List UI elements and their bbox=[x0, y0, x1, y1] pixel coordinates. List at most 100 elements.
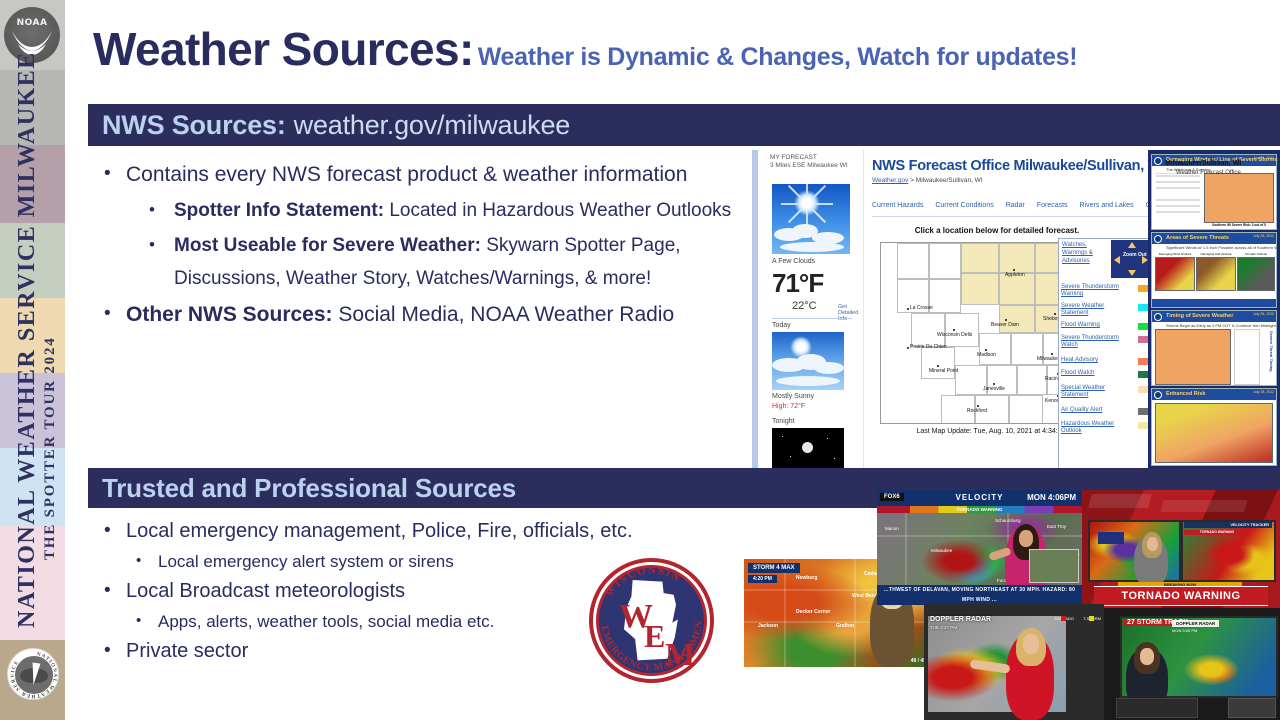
list-item-lead: Other NWS Sources: bbox=[126, 303, 333, 326]
clip-time: TUE 2:27 PM bbox=[930, 625, 958, 630]
map-instruction: Click a location below for detailed fore… bbox=[914, 226, 1080, 235]
map-city-label: Grafton bbox=[836, 623, 855, 629]
legend-label[interactable]: Heat Advisory bbox=[1061, 357, 1123, 364]
list-item: Spotter Info Statement: Located in Hazar… bbox=[96, 193, 746, 227]
page-title: Weather Sources: Weather is Dynamic & Cha… bbox=[93, 22, 1273, 82]
my-forecast-label: MY FORECAST bbox=[770, 154, 817, 161]
graphic-panel-label: Damaging Wind Outlook bbox=[1158, 252, 1192, 256]
website-nav[interactable]: Current Hazards Current Conditions Radar Fo… bbox=[872, 202, 1152, 209]
sidebar-vertical-text: NATIONAL WEATHER SERVICE MILWAUKEE THE S… bbox=[0, 0, 65, 720]
sub-alert-label: TORNADO WARNING bbox=[1184, 530, 1250, 535]
list-item: Local emergency management, Police, Fire… bbox=[96, 515, 656, 547]
graphic-card-title: Timing of Severe Weather bbox=[1166, 312, 1234, 319]
graphic-panel-label: Damaging Hail Outlook bbox=[1200, 252, 1232, 256]
watches-warnings-legend: Zoom Out Watches, Warnings & Advisories … bbox=[1058, 238, 1150, 470]
nav-item-current-conditions[interactable]: Current Conditions bbox=[935, 202, 993, 209]
divider bbox=[872, 216, 1152, 217]
desk-equipment bbox=[1228, 698, 1276, 718]
legend-label[interactable]: Air Quality Alert bbox=[1061, 407, 1123, 414]
graphic-panel-label: Tornado Outlook bbox=[1244, 252, 1267, 256]
legend-label[interactable]: Flood Warning bbox=[1061, 322, 1123, 329]
graphic-card-footer: Southern WI Severe Risk: 3 out of 5 bbox=[1212, 223, 1266, 227]
broadcast-clip-tornado-warning: VELOCITY TRACKER TORNADO WARNING BREAKIN… bbox=[1082, 490, 1280, 618]
arrow-down-icon[interactable] bbox=[1128, 270, 1136, 276]
wem-letter-m: M bbox=[665, 636, 696, 672]
page-title-main: Weather Sources: bbox=[93, 23, 474, 75]
nav-item-forecasts[interactable]: Forecasts bbox=[1037, 202, 1068, 209]
current-conditions-image bbox=[772, 184, 850, 254]
legend-title[interactable]: Watches, Warnings & Advisories bbox=[1062, 241, 1110, 265]
graphic-side-label: Severe Threat Timing bbox=[1269, 331, 1274, 372]
map-city-label: Decker Corner bbox=[796, 609, 831, 615]
map-city-label: Janesville bbox=[983, 386, 1005, 392]
clip-time: 4:20 PM bbox=[748, 575, 777, 583]
map-city-label: Prairie Du Chien bbox=[910, 344, 947, 350]
broadcast-clip-27-storm-track: 27 STORM TRACK DOPPLER RADAR MON 5:05 PM bbox=[1104, 608, 1280, 720]
breadcrumb-link[interactable]: Weather.gov bbox=[872, 177, 908, 184]
legend-label[interactable]: Severe Weather Statement bbox=[1061, 303, 1123, 317]
graphic-card: Enhanced Risk July 28, 2022 bbox=[1151, 388, 1277, 466]
arrow-up-icon[interactable] bbox=[1128, 242, 1136, 248]
list-item-lead: Most Useable for Severe Weather: bbox=[174, 235, 481, 256]
legend-label[interactable]: Flood Watch bbox=[1061, 370, 1123, 377]
map-zoom-control[interactable]: Zoom Out bbox=[1111, 240, 1150, 278]
legend-swatch bbox=[1089, 616, 1094, 621]
office-label-line1: Milwaukee/Sullivan, WI bbox=[1165, 160, 1242, 167]
graphic-card-date: July 28, 2022 bbox=[1253, 390, 1274, 394]
graphic-card-date: July 28, 2022 bbox=[1253, 156, 1274, 160]
nws-logo-icon bbox=[1154, 156, 1162, 165]
screen-label-box bbox=[1098, 532, 1124, 544]
nws-logo-icon bbox=[1154, 234, 1162, 243]
map-city-label: Milwaukee bbox=[931, 548, 953, 553]
legend-swatch bbox=[1061, 616, 1066, 621]
wisconsin-emergency-management-logo: WISCONSIN EMERGENCY MANAGEMENT ★★ ★★ W E… bbox=[589, 558, 714, 683]
map-city-label: Wisconsin Dells bbox=[937, 332, 973, 338]
tornado-warning-banner: TORNADO WARNING bbox=[1093, 586, 1269, 606]
nav-item-rivers-lakes[interactable]: Rivers and Lakes bbox=[1080, 202, 1134, 209]
map-city-label: East Troy bbox=[1047, 524, 1067, 529]
desk-monitor bbox=[1116, 698, 1198, 718]
today-condition: Mostly Sunny bbox=[772, 393, 815, 400]
website-heading: NWS Forecast Office Milwaukee/Sullivan, … bbox=[872, 158, 1152, 174]
list-item-text: Local Broadcast meteorologists bbox=[126, 580, 406, 602]
wem-monogram: W E M bbox=[589, 558, 714, 683]
forecast-location: 3 Miles ESE Milwaukee WI bbox=[770, 162, 848, 169]
nav-item-current-hazards[interactable]: Current Hazards bbox=[872, 202, 923, 209]
legend-label[interactable]: Hazardous Weather Outlook bbox=[1061, 421, 1123, 435]
graphic-card: Areas of Severe Threats Significant Wind… bbox=[1151, 232, 1280, 308]
graphic-card-subtitle: Storms Begin as Early as 4 PM CDT & Cont… bbox=[1166, 323, 1276, 328]
get-detailed-info-link[interactable]: Get Detailed Info bbox=[838, 304, 863, 322]
today-forecast-image bbox=[772, 332, 844, 390]
breadcrumb-rest: > Milwaukee/Sullivan, WI bbox=[908, 177, 983, 184]
current-temp-c: 22°C bbox=[792, 300, 817, 312]
graphic-card-subtitle: Significant Winds w/ 1.5 Inch Possible a… bbox=[1166, 245, 1280, 250]
list-item: Most Useable for Severe Weather: Skywarn… bbox=[96, 228, 746, 295]
legend-label[interactable]: Special Weather Statement bbox=[1061, 385, 1123, 399]
legend-label[interactable]: Severe Thunderstorm Warning bbox=[1061, 284, 1123, 298]
section-header-nws-sources: NWS Sources: weather.gov/milwaukee bbox=[88, 104, 1280, 146]
nav-item-radar[interactable]: Radar bbox=[1006, 202, 1025, 209]
map-city-label: Newburg bbox=[796, 575, 818, 581]
list-item: Apps, alerts, weather tools, social medi… bbox=[96, 606, 656, 636]
list-item-text: Local emergency alert system or sirens bbox=[158, 552, 454, 571]
graphic-card-date: July 28, 2022 bbox=[1253, 234, 1274, 238]
station-badge: DOPPLER RADAR bbox=[930, 616, 992, 623]
page-title-subtitle: Weather is Dynamic & Changes, Watch for … bbox=[477, 43, 1078, 71]
map-city-label: Schaumburg bbox=[995, 518, 1021, 523]
wem-letter-e: E bbox=[644, 618, 666, 654]
nws-seal-text: NATIONAL WEATHER SERVICE bbox=[8, 649, 58, 699]
inset-map bbox=[1029, 549, 1079, 583]
list-item: Other NWS Sources: Social Media, NOAA We… bbox=[96, 296, 746, 332]
velocity-tracker-label: VELOCITY TRACKER bbox=[1184, 522, 1272, 528]
trusted-sources-bullet-list: Local emergency management, Police, Fire… bbox=[96, 515, 656, 667]
current-condition-text: A Few Clouds bbox=[772, 258, 816, 265]
crawl-text: ...THWEST OF DELAVAN, MOVING NORTHEAST A… bbox=[877, 585, 1082, 605]
left-sidebar: NOAA NATIONAL WEATHER SERVICE MILWAUKEE … bbox=[0, 0, 65, 720]
broadcast-clip-doppler-radar: DOPPLER RADAR TUE 2:27 PM TORNADO T-STOR… bbox=[924, 604, 1104, 720]
arrow-left-icon[interactable] bbox=[1114, 256, 1120, 264]
breadcrumb: Weather.gov > Milwaukee/Sullivan, WI bbox=[872, 177, 983, 184]
legend-label[interactable]: Severe Thunderstorm Watch bbox=[1061, 335, 1123, 349]
list-item-text: Private sector bbox=[126, 640, 249, 662]
list-item-text: Social Media, NOAA Weather Radio bbox=[332, 303, 675, 326]
section-header-label-strong: NWS Sources: bbox=[102, 109, 286, 140]
